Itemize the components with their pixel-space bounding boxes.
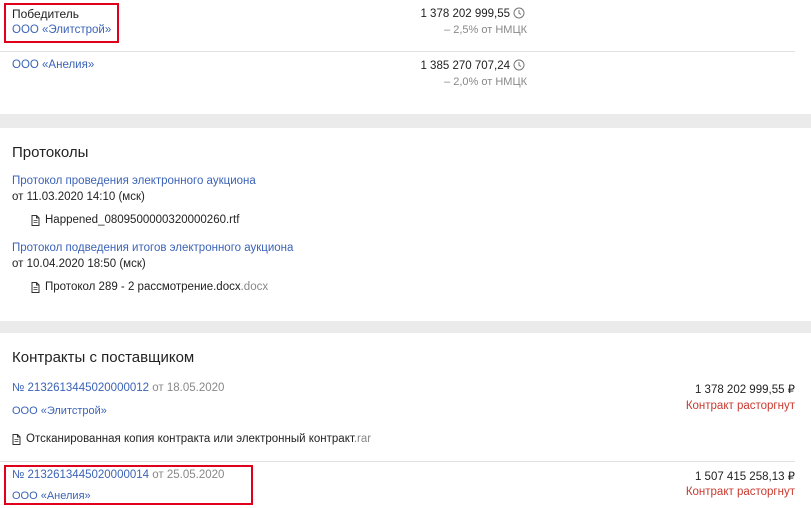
second-amount: 1 385 270 707,24 (420, 60, 510, 72)
clock-icon (513, 7, 525, 19)
contract-date: от 18.05.2020 (152, 382, 225, 394)
protocol-file[interactable]: Happened_0809500000320000260.rtf (45, 214, 239, 226)
contract-status: Контракт расторгнут (685, 400, 795, 412)
file-name: Протокол 289 - 2 рассмотрение.docx (45, 281, 241, 293)
document-icon (31, 282, 40, 293)
winner-delta: – 2,5% от НМЦК (444, 24, 527, 36)
bids-card: Победитель ООО «Элитстрой» 1 378 202 999… (0, 0, 811, 114)
protocol-date: от 10.04.2020 18:50 (мск) (12, 258, 146, 270)
document-icon (31, 215, 40, 226)
second-company-link[interactable]: ООО «Анелия» (12, 59, 94, 71)
second-amount-row: 1 385 270 707,24 (420, 59, 525, 72)
second-delta: – 2,0% от НМЦК (444, 76, 527, 88)
contract-status: Контракт расторгнут (685, 486, 795, 498)
contracts-title: Контракты с поставщиком (12, 349, 195, 366)
protocol-file[interactable]: Протокол 289 - 2 рассмотрение.docx.docx (45, 281, 268, 293)
contract-highlight (4, 465, 253, 505)
protocol-link-results[interactable]: Протокол подведения итогов электронного … (12, 242, 293, 254)
file-name: Отсканированная копия контракта или элек… (26, 433, 354, 445)
protocol-date: от 11.03.2020 14:10 (мск) (12, 191, 145, 203)
contract-number-link[interactable]: № 2132613445020000012 (12, 382, 149, 394)
file-extension: .docx (240, 281, 269, 293)
protocols-title: Протоколы (12, 144, 89, 161)
contract-header: № 2132613445020000012 от 18.05.2020 (12, 382, 224, 394)
winner-highlight (4, 3, 119, 43)
contract-company-link[interactable]: ООО «Элитстрой» (12, 405, 107, 417)
winner-amount: 1 378 202 999,55 (420, 8, 510, 20)
document-icon (12, 434, 21, 445)
file-extension: .rar (353, 433, 372, 445)
protocols-card: Протоколы Протокол проведения электронно… (0, 128, 811, 321)
contract-file[interactable]: Отсканированная копия контракта или элек… (26, 433, 371, 445)
contract-amount: 1 507 415 258,13 ₽ (694, 471, 795, 483)
file-name: Happened_0809500000320000260.rtf (45, 214, 240, 226)
contracts-card: Контракты с поставщиком № 21326134450200… (0, 333, 811, 508)
contract-divider (0, 461, 795, 462)
clock-icon (513, 59, 525, 71)
protocol-link-auction[interactable]: Протокол проведения электронного аукцион… (12, 175, 256, 187)
contract-amount: 1 378 202 999,55 ₽ (694, 384, 795, 396)
bid-divider (0, 51, 795, 52)
winner-amount-row: 1 378 202 999,55 (420, 7, 525, 20)
